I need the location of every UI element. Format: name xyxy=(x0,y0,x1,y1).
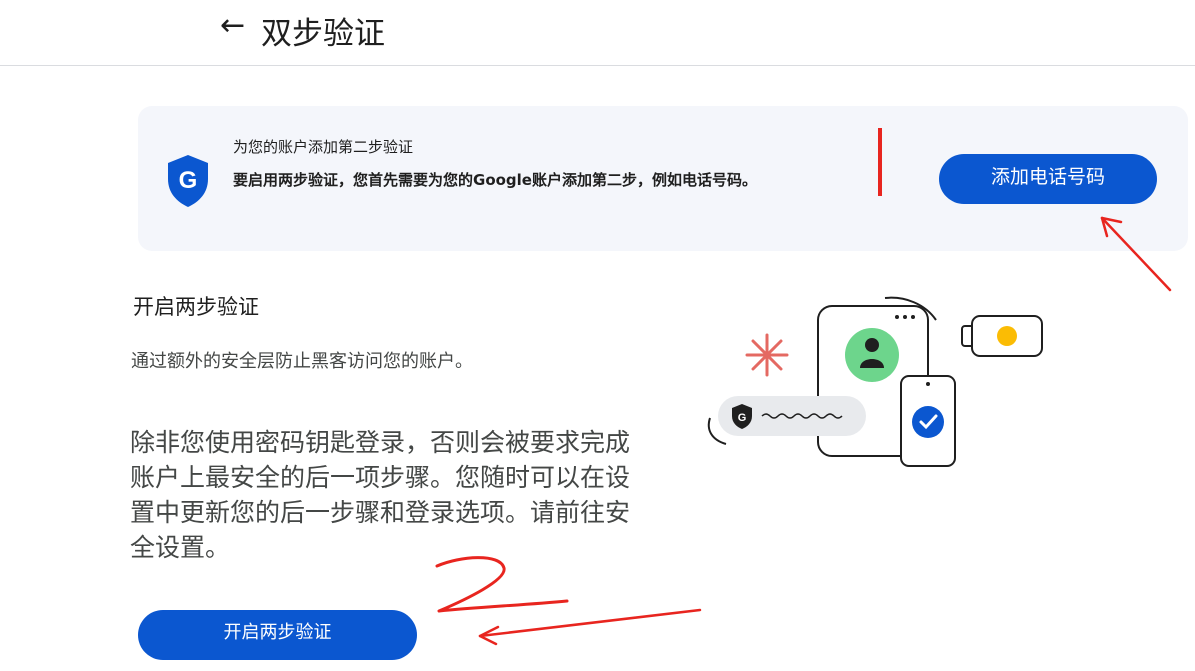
google-shield-icon: G xyxy=(168,155,208,207)
security-key-icon xyxy=(961,315,1043,357)
banner-description: 要启用两步验证，您首先需要为您的Google账户添加第二步，例如电话号码。 xyxy=(233,171,757,189)
google-pill-icon: G xyxy=(718,396,866,436)
add-phone-number-button[interactable]: 添加电话号码 xyxy=(939,154,1157,204)
annotation-number-two-icon xyxy=(435,556,569,613)
page-title: 双步验证 xyxy=(261,16,385,52)
enable-two-step-button[interactable]: 开启两步验证 xyxy=(138,610,417,660)
two-step-illustration: G xyxy=(707,296,1043,467)
annotation-arrow-icon xyxy=(478,608,702,646)
annotation-red-line xyxy=(878,128,882,196)
top-bar: ← 双步验证 xyxy=(0,0,1195,66)
svg-text:G: G xyxy=(179,167,198,194)
section-title: 开启两步验证 xyxy=(133,295,259,319)
banner-title: 为您的账户添加第二步验证 xyxy=(233,138,414,156)
section-body-text: 除非您使用密码钥匙登录，否则会被要求完成账户上最安全的后一项步骤。您随时可以在设… xyxy=(130,428,631,562)
back-arrow-icon[interactable]: ← xyxy=(220,8,245,43)
asterisk-icon xyxy=(745,333,789,377)
person-badge-icon xyxy=(845,328,899,382)
check-phone-icon xyxy=(900,375,956,467)
section-description: 通过额外的安全层防止黑客访问您的账户。 xyxy=(131,351,473,372)
svg-text:G: G xyxy=(738,412,747,424)
